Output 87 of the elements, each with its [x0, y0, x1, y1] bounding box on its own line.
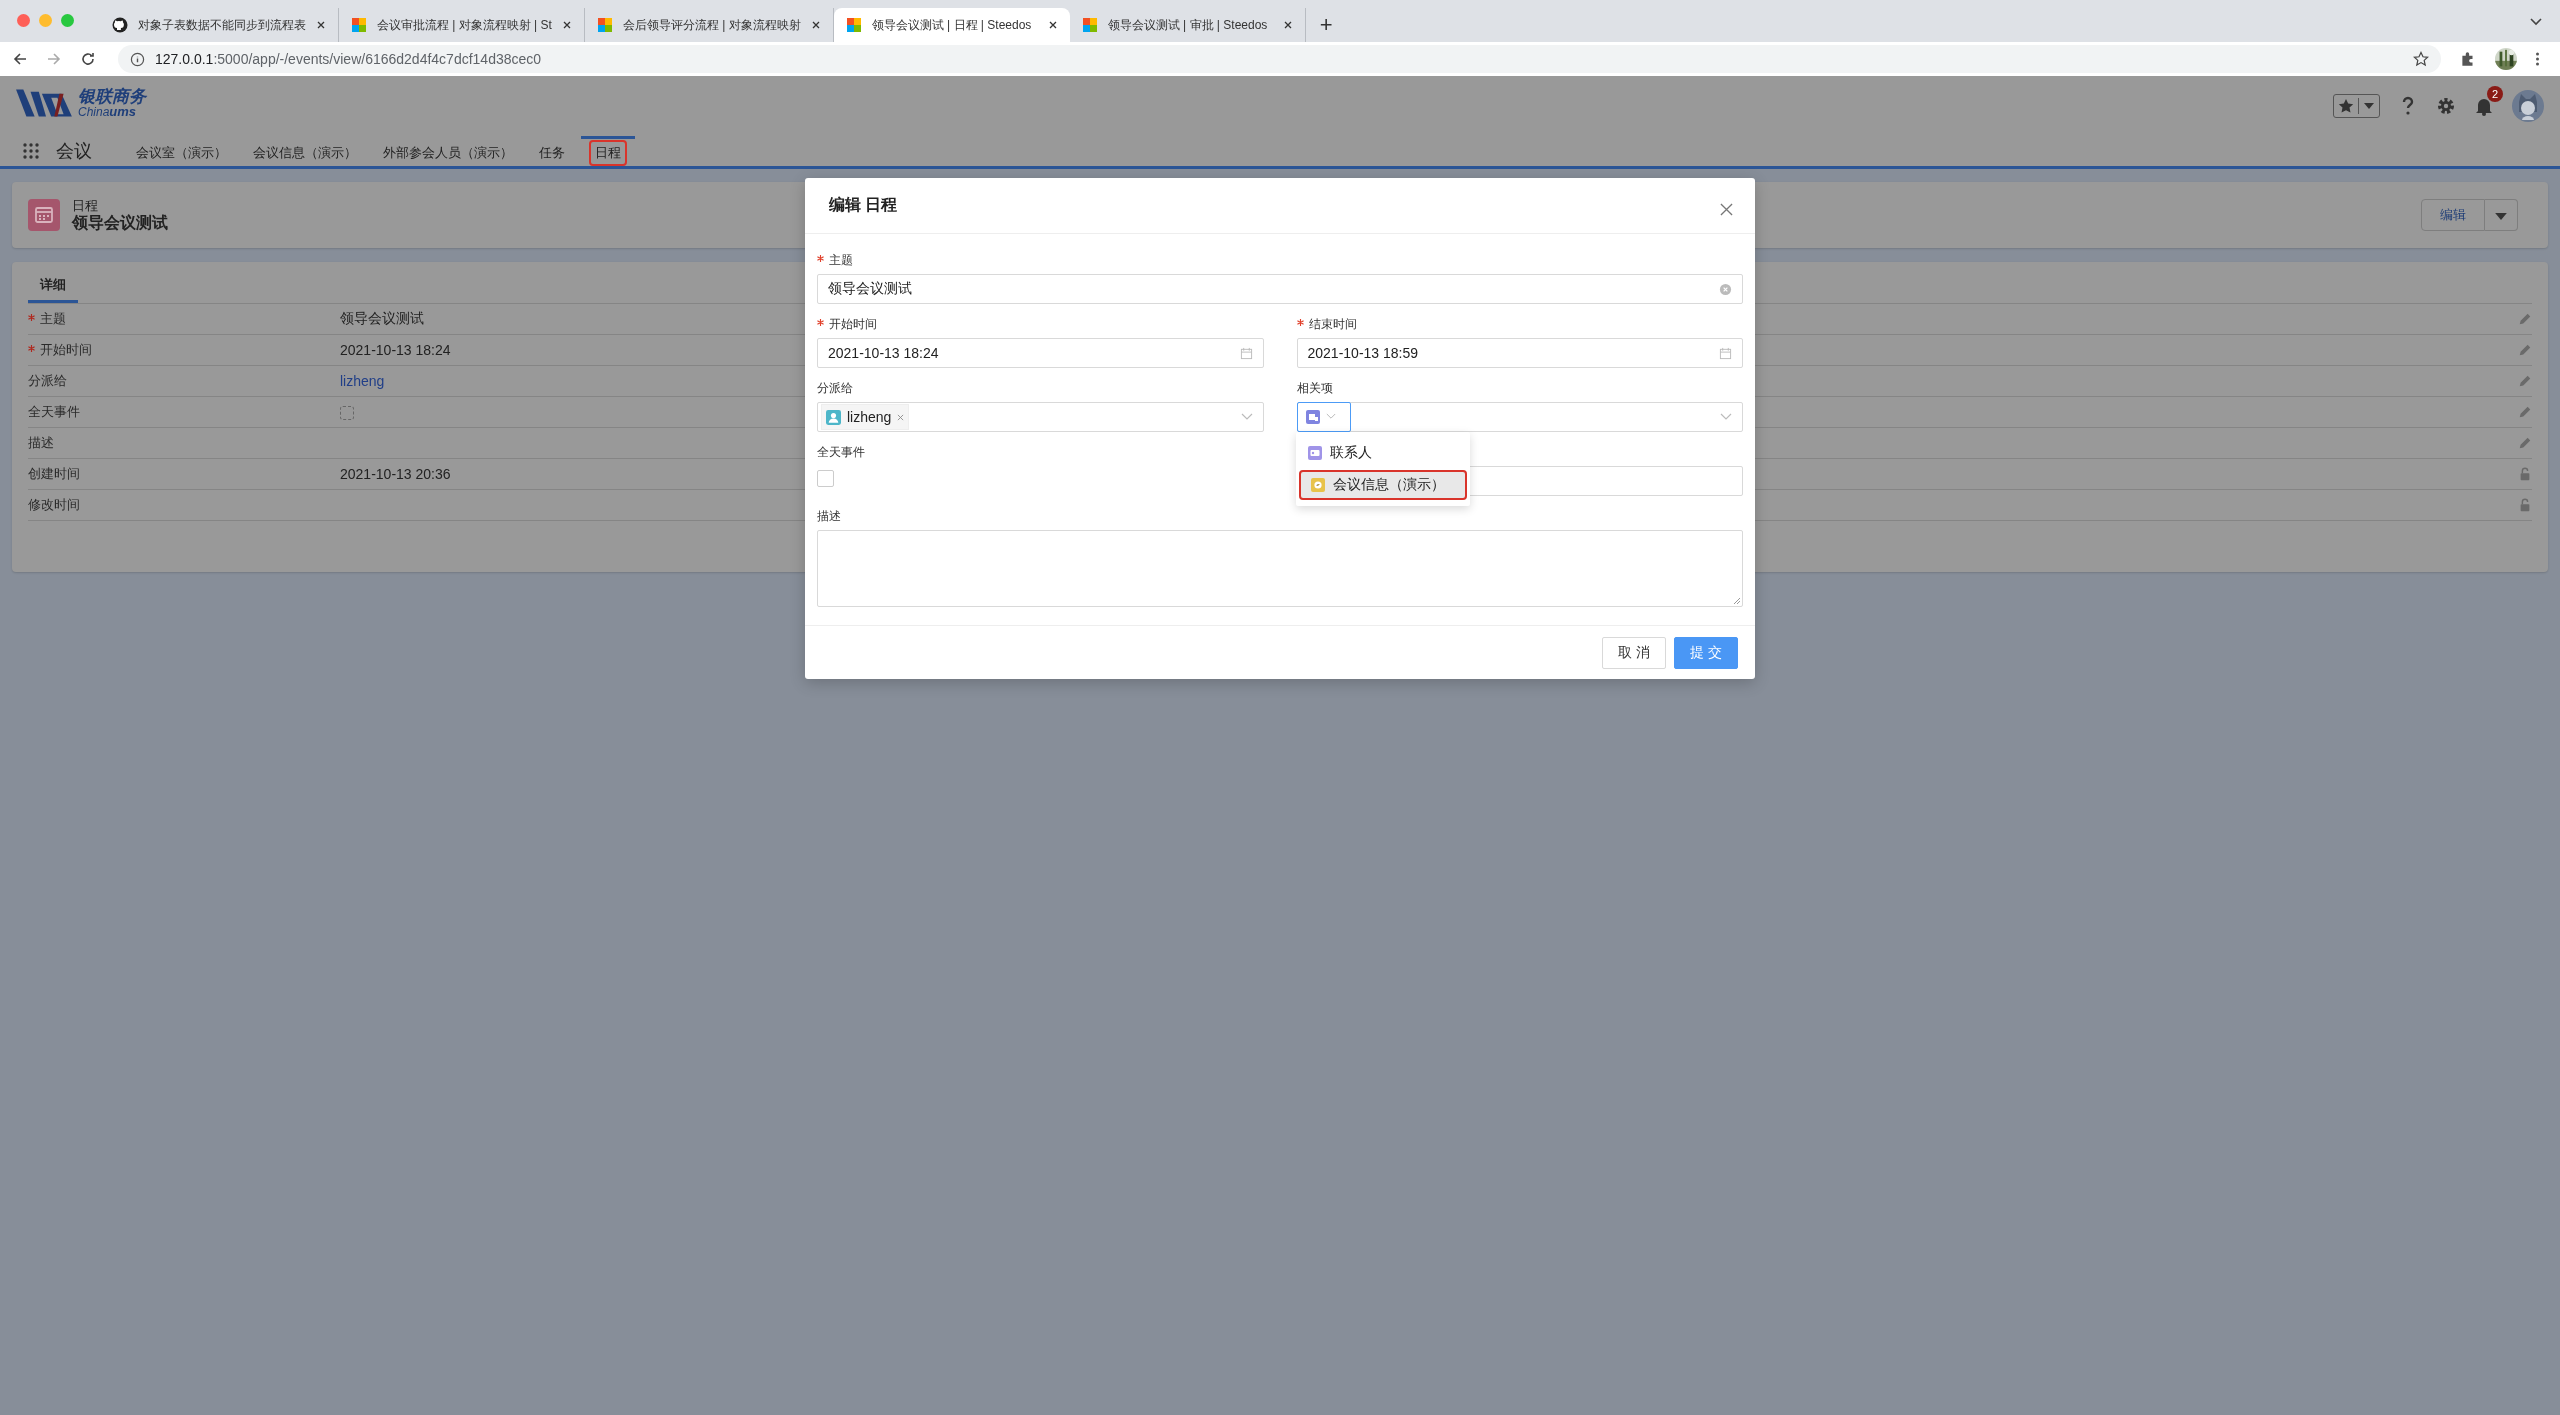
- all-day-checkbox[interactable]: [817, 470, 834, 487]
- close-icon[interactable]: [316, 20, 326, 30]
- github-icon: [112, 17, 128, 33]
- nav-tab[interactable]: 会议室（演示）: [126, 136, 237, 166]
- field-label: 全天事件: [28, 404, 80, 419]
- field-label: 结束时间: [1308, 317, 1357, 331]
- field-label: 开始时间: [40, 342, 92, 357]
- field-label: 全天事件: [817, 444, 865, 461]
- required-icon: [28, 345, 35, 352]
- field-label: 修改时间: [28, 497, 80, 512]
- remove-icon[interactable]: [897, 413, 905, 421]
- field-value: 2021-10-13 18:24: [340, 342, 451, 358]
- dropdown-option[interactable]: 会议信息（演示）: [1299, 470, 1467, 500]
- date-field[interactable]: 2021-10-13 18:24: [817, 338, 1264, 368]
- grid-logo-icon: [845, 17, 862, 33]
- object-type-selector[interactable]: [1296, 401, 1351, 432]
- field-label: 描述: [817, 508, 841, 525]
- required-icon: [28, 314, 35, 321]
- subject-field[interactable]: 领导会议测试: [817, 274, 1743, 304]
- grid-logo-icon: [596, 17, 613, 33]
- reload-icon[interactable]: [80, 51, 96, 67]
- user-icon: [826, 409, 841, 425]
- object-label: 日程: [72, 197, 98, 214]
- field-label: 分派给: [817, 380, 853, 397]
- description-field[interactable]: [817, 530, 1743, 607]
- close-icon[interactable]: [1282, 20, 1293, 30]
- nav-tab[interactable]: 任务: [529, 136, 575, 166]
- tab-title: 对象子表数据不能同步到流程表: [138, 16, 306, 34]
- grid-logo-icon: [1081, 17, 1098, 33]
- chevron-down-icon: [1325, 413, 1336, 420]
- cancel-button[interactable]: 取 消: [1602, 636, 1667, 669]
- back-icon[interactable]: [12, 51, 28, 67]
- tab-title: 领导会议测试 | 审批 | Steedos: [1107, 16, 1269, 34]
- field-label: 描述: [28, 435, 54, 450]
- edit-button[interactable]: 编辑: [2421, 199, 2485, 231]
- app-name: 会议: [56, 140, 92, 163]
- bookmark-star-icon[interactable]: [2413, 51, 2429, 67]
- field-value: 2021-10-13 20:36: [340, 466, 451, 482]
- field-label: 分派给: [28, 373, 67, 388]
- new-tab-button[interactable]: +: [1319, 8, 1333, 42]
- logo-latin: Chinaums: [78, 105, 137, 118]
- contact-card-icon: [1308, 446, 1322, 460]
- field-value: 领导会议测试: [340, 310, 424, 326]
- tab-title: 会议审批流程 | 对象流程映射 | St: [377, 16, 552, 34]
- favorites-button[interactable]: [2333, 94, 2380, 118]
- chat-bubble-icon: [1311, 478, 1325, 492]
- resize-handle-icon[interactable]: [1733, 597, 1741, 605]
- object-icon: [1305, 409, 1320, 424]
- caret-icon: [2495, 212, 2507, 220]
- dialog-title: 编辑 日程: [829, 195, 898, 215]
- close-icon[interactable]: [561, 20, 572, 30]
- tab-title: 领导会议测试 | 日程 | Steedos: [871, 16, 1033, 34]
- notification-count: 2: [2487, 86, 2503, 102]
- app-launcher-icon[interactable]: [22, 142, 40, 160]
- calendar-icon: [1239, 346, 1253, 360]
- dropdown-option[interactable]: 联系人: [1296, 438, 1470, 468]
- notification-bell-icon[interactable]: [2474, 96, 2494, 116]
- tab-title: 会后领导评分流程 | 对象流程映射: [622, 16, 801, 34]
- info-icon: [130, 51, 145, 67]
- field-label: 开始时间: [829, 317, 877, 331]
- calendar-icon: [28, 199, 60, 231]
- address-field[interactable]: 127.0.0.1:5000/app/-/events/view/6166d2d4f4c7dcf14d38cec0: [118, 45, 2441, 73]
- field-label: 创建时间: [28, 466, 80, 481]
- user-tag: lizheng: [821, 404, 910, 430]
- record-title: 领导会议测试: [72, 213, 168, 233]
- close-icon[interactable]: [1047, 20, 1058, 30]
- close-icon[interactable]: [810, 20, 821, 30]
- logo-name: 银联商务: [78, 88, 146, 105]
- grid-logo-icon: [351, 17, 367, 33]
- nav-tab[interactable]: 外部参会人员（演示）: [373, 136, 523, 166]
- field-label: 相关项: [1296, 380, 1333, 397]
- assignee-field[interactable]: lizheng: [817, 402, 1264, 432]
- calendar-icon: [1719, 346, 1732, 360]
- field-label: 主题: [40, 311, 66, 326]
- chevron-down-icon: [1720, 413, 1732, 421]
- field-label: 主题: [829, 253, 853, 267]
- detail-tab[interactable]: 详细: [28, 270, 78, 303]
- browser-tab[interactable]: 领导会议测试 | 日程 | Steedos: [833, 8, 1070, 42]
- avatar-icon[interactable]: [2512, 90, 2544, 122]
- more-menu-icon[interactable]: [2535, 51, 2540, 67]
- settings-icon[interactable]: [2436, 96, 2456, 116]
- more-actions-button[interactable]: [2485, 199, 2518, 231]
- date-field[interactable]: 2021-10-13 18:59: [1296, 338, 1743, 368]
- chevron-down-icon[interactable]: [2530, 18, 2542, 26]
- nav-tab[interactable]: 会议信息（演示）: [243, 136, 367, 166]
- chevron-down-icon: [1240, 413, 1253, 421]
- nav-tab[interactable]: 日程: [581, 136, 635, 166]
